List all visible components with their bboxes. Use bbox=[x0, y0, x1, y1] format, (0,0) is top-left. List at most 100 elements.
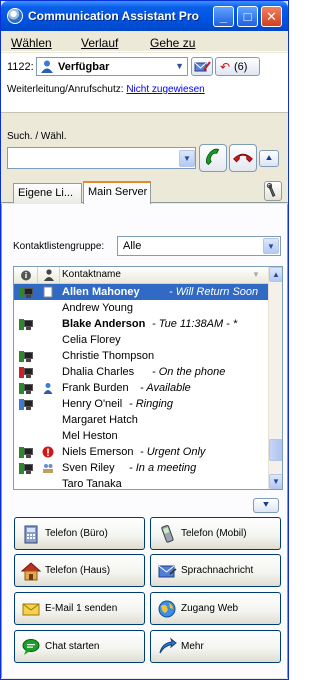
voicemail-label: Sprachnachricht bbox=[181, 565, 254, 576]
chevron-up-icon: ⯅ bbox=[265, 153, 273, 163]
contact-name: Sven Riley bbox=[62, 462, 115, 474]
forwarding-label: Weiterleitung/Anrufschutz: bbox=[7, 84, 124, 95]
contact-list-header: Kontaktname ▼ bbox=[14, 267, 268, 284]
start-chat-button[interactable]: Chat starten bbox=[14, 630, 145, 663]
search-dial-input[interactable] bbox=[7, 147, 196, 169]
presence-desk-icon bbox=[19, 319, 33, 330]
hangup-button[interactable] bbox=[229, 144, 257, 172]
contact-name: Celia Florey bbox=[62, 334, 121, 346]
voicemail-button[interactable]: Sprachnachricht bbox=[150, 554, 281, 587]
contact-row[interactable]: Christie Thompson bbox=[14, 348, 268, 364]
wrench-icon bbox=[266, 183, 276, 197]
contact-row[interactable]: Celia Florey bbox=[14, 332, 268, 348]
scroll-thumb[interactable] bbox=[269, 439, 282, 461]
column-status[interactable] bbox=[38, 267, 60, 284]
contact-status-note: - Tue 11:38AM - * bbox=[152, 318, 238, 330]
presence-desk-icon bbox=[19, 447, 33, 458]
call-home-button[interactable]: Telefon (Haus) bbox=[14, 554, 145, 587]
contact-row[interactable]: Blake Anderson - Tue 11:38AM - * bbox=[14, 316, 268, 332]
document-icon bbox=[43, 286, 53, 298]
presence-select[interactable]: Verfügbar ▼ bbox=[36, 57, 188, 76]
presence-desk-icon bbox=[19, 399, 33, 410]
missed-calls-count: (6) bbox=[234, 61, 248, 73]
contact-name: Mel Heston bbox=[62, 430, 118, 442]
status-panel: 1122: Verfügbar ▼ ↶ (6) Weiterleitung/An… bbox=[1, 53, 288, 113]
maximize-button[interactable]: □ bbox=[237, 6, 258, 27]
presence-desk-icon bbox=[19, 287, 33, 298]
contact-name: Dhalia Charles bbox=[62, 366, 135, 378]
title-bar[interactable]: Communication Assistant Pro _ □ ✕ bbox=[1, 1, 288, 31]
call-mobile-button[interactable]: Telefon (Mobil) bbox=[150, 517, 281, 550]
contact-row[interactable]: Allen Mahoney - Will Return Soon bbox=[14, 284, 268, 300]
chevron-down-icon: ▼ bbox=[175, 61, 184, 71]
presence-value: Verfügbar bbox=[58, 61, 110, 73]
dial-button[interactable] bbox=[199, 144, 227, 172]
scroll-up-button[interactable]: ▲ bbox=[269, 267, 282, 282]
contact-name: Niels Emerson bbox=[62, 446, 134, 458]
urgent-icon bbox=[42, 446, 54, 458]
minimize-button[interactable]: _ bbox=[213, 6, 234, 27]
contact-row[interactable]: Dhalia Charles - On the phone bbox=[14, 364, 268, 380]
contact-row[interactable]: Taro Tanaka bbox=[14, 476, 268, 489]
contact-name: Henry O'neil bbox=[62, 398, 123, 410]
tab-eigene-liste[interactable]: Eigene Li... bbox=[13, 183, 82, 203]
send-email-button[interactable]: E-Mail 1 senden bbox=[14, 592, 145, 625]
search-dropdown-button[interactable]: ▼ bbox=[179, 150, 195, 167]
close-button[interactable]: ✕ bbox=[261, 6, 282, 27]
column-presence[interactable] bbox=[14, 267, 38, 284]
contact-status-note: - Urgent Only bbox=[140, 446, 206, 458]
call-office-button[interactable]: Telefon (Büro) bbox=[14, 517, 145, 550]
missed-call-icon: ↶ bbox=[220, 60, 231, 74]
expand-actions-button[interactable]: ⯆ bbox=[253, 498, 279, 513]
contact-row[interactable]: Mel Heston bbox=[14, 428, 268, 444]
contact-row[interactable]: Henry O'neil - Ringing bbox=[14, 396, 268, 412]
sort-arrow-icon: ▼ bbox=[252, 270, 260, 279]
forwarding-link[interactable]: Nicht zugewiesen bbox=[126, 84, 204, 95]
contact-list-scrollbar[interactable]: ▲ ▼ bbox=[268, 267, 282, 489]
collapse-search-button[interactable]: ⯅ bbox=[259, 150, 279, 167]
chevron-up-icon: ▲ bbox=[272, 270, 280, 279]
tab-main-server[interactable]: Main Server bbox=[83, 181, 151, 204]
call-office-label: Telefon (Büro) bbox=[45, 528, 108, 539]
forwarding-status: Weiterleitung/Anrufschutz: Nicht zugewie… bbox=[7, 84, 205, 95]
call-mobile-label: Telefon (Mobil) bbox=[181, 528, 247, 539]
scroll-down-button[interactable]: ▼ bbox=[269, 474, 282, 489]
contact-group-select[interactable]: Alle ▼ bbox=[117, 236, 281, 256]
app-window: Communication Assistant Pro _ □ ✕ Wählen… bbox=[0, 0, 289, 680]
web-access-label: Zugang Web bbox=[181, 603, 239, 614]
set-presence-note-button[interactable] bbox=[191, 57, 213, 76]
chevron-down-icon: ▼ bbox=[272, 477, 280, 486]
meeting-icon bbox=[43, 464, 53, 473]
contact-list[interactable]: Kontaktname ▼ Allen Mahoney - Will Return… bbox=[13, 266, 283, 490]
contact-name: Allen Mahoney bbox=[62, 286, 140, 298]
contact-row[interactable]: Frank Burden - Available bbox=[14, 380, 268, 396]
contact-group-label: Kontaktlistengruppe: bbox=[13, 241, 105, 252]
contact-status-note: - Ringing bbox=[129, 398, 174, 410]
chevron-down-icon: ▼ bbox=[263, 238, 279, 254]
minimize-icon: _ bbox=[219, 9, 228, 24]
settings-tool-button[interactable] bbox=[264, 181, 282, 201]
more-button[interactable]: Mehr bbox=[150, 630, 281, 663]
start-chat-label: Chat starten bbox=[45, 641, 100, 652]
maximize-icon: □ bbox=[243, 9, 252, 24]
presence-desk-icon bbox=[19, 351, 33, 362]
contact-status-note: - On the phone bbox=[152, 366, 226, 378]
contact-name: Frank Burden bbox=[62, 382, 129, 394]
missed-calls-button[interactable]: ↶ (6) bbox=[215, 57, 260, 76]
email-icon bbox=[22, 603, 40, 616]
column-contact-name[interactable]: Kontaktname bbox=[62, 269, 121, 280]
presence-desk-icon bbox=[19, 367, 33, 378]
contact-name: Andrew Young bbox=[62, 302, 133, 314]
contact-status-note: - Available bbox=[140, 382, 191, 394]
close-icon: ✕ bbox=[266, 9, 277, 24]
menu-item-gehe-zu[interactable]: Gehe zu bbox=[150, 36, 195, 50]
chevron-down-icon: ▼ bbox=[183, 154, 191, 163]
menu-item-verlauf[interactable]: Verlauf bbox=[81, 36, 118, 50]
web-access-button[interactable]: Zugang Web bbox=[150, 592, 281, 625]
contact-row[interactable]: Andrew Young bbox=[14, 300, 268, 316]
contact-row[interactable]: Sven Riley - In a meeting bbox=[14, 460, 268, 476]
contact-row[interactable]: Margaret Hatch bbox=[14, 412, 268, 428]
menu-item-waehlen[interactable]: Wählen bbox=[11, 36, 52, 50]
contact-row[interactable]: Niels Emerson - Urgent Only bbox=[14, 444, 268, 460]
voicemail-icon bbox=[158, 565, 177, 578]
